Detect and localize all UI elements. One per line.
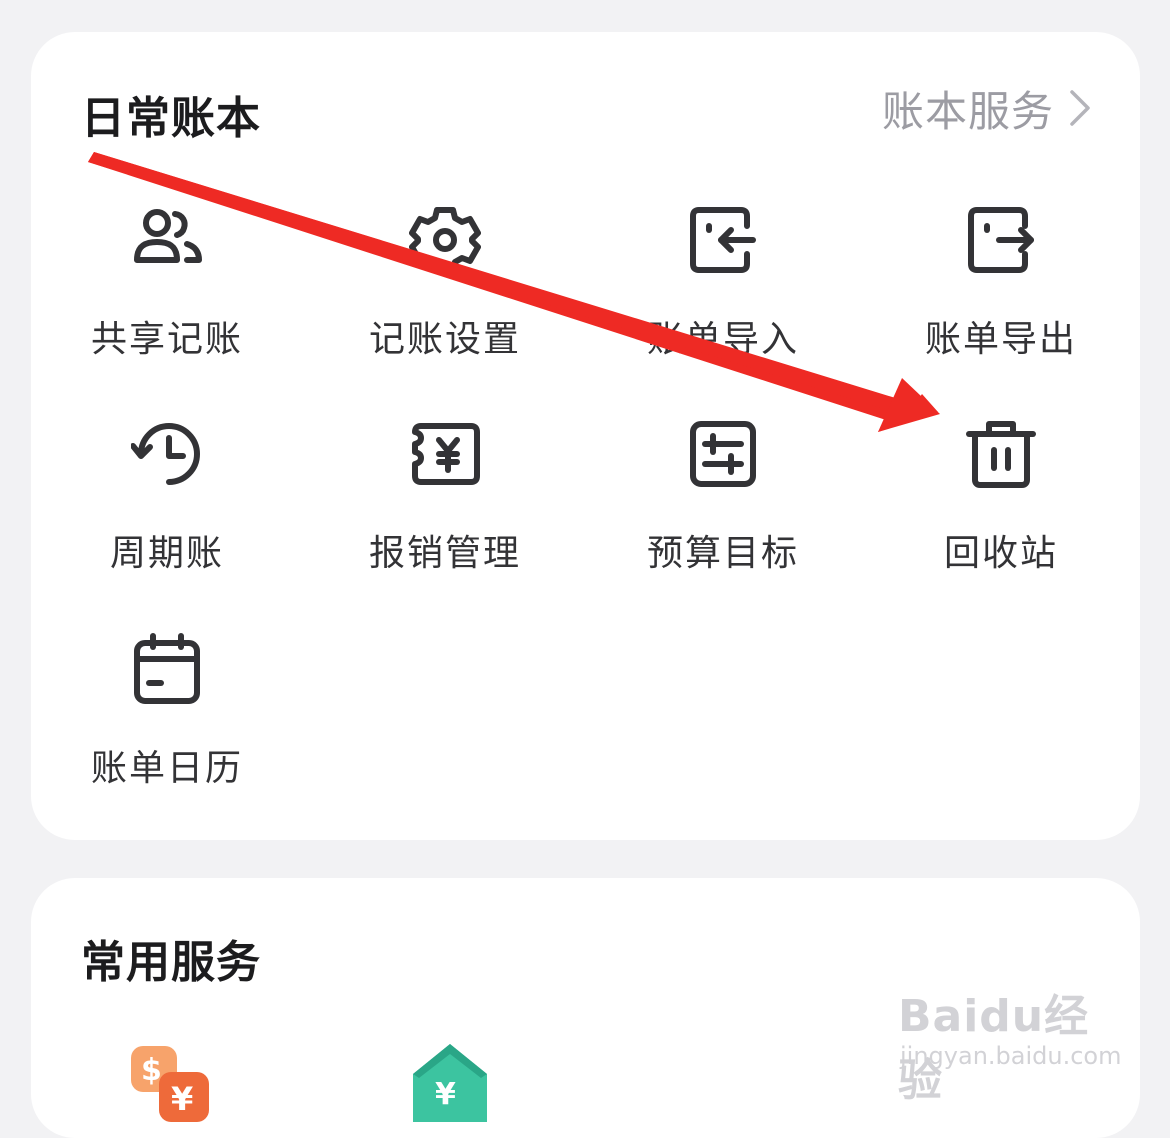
ledger-item-label: 账单日历: [90, 748, 243, 789]
ledger-service-link[interactable]: 账本服务: [882, 80, 1092, 136]
ledger-service-link-label: 账本服务: [881, 86, 1054, 136]
ledger-item-recurring[interactable]: 周期账: [47, 418, 287, 598]
users-icon: [134, 209, 202, 263]
history-clock-icon: [131, 423, 200, 485]
ledger-item-settings[interactable]: 记账设置: [325, 204, 565, 384]
ledger-item-label: 回收站: [943, 533, 1058, 574]
import-icon: [690, 207, 756, 273]
ledger-item-label: 账单导出: [924, 319, 1077, 360]
services-card: 常用服务 $ ¥ ¥: [31, 878, 1140, 1138]
services-title: 常用服务: [81, 937, 261, 988]
sliders-icon: [690, 421, 756, 487]
svg-text:$: $: [141, 1053, 162, 1088]
trash-icon: [966, 421, 1036, 488]
ledger-item-label: 记账设置: [368, 319, 521, 360]
ledger-item-label: 账单导入: [646, 319, 799, 360]
ledger-title: 日常账本: [81, 93, 261, 144]
chevron-right-icon: [1070, 90, 1090, 126]
ledger-card: 日常账本 账本服务 共享记账 记账设置 账单导入 账单导出 周期账 报销管理 预…: [31, 32, 1140, 840]
ledger-item-label: 共享记账: [90, 319, 243, 360]
calendar-icon: [134, 633, 200, 704]
ledger-item-label: 预算目标: [646, 533, 799, 574]
ledger-item-export[interactable]: 账单导出: [881, 204, 1121, 384]
svg-text:¥: ¥: [171, 1080, 193, 1118]
yuan-house-icon[interactable]: ¥: [405, 1038, 495, 1128]
gear-icon: [409, 207, 481, 273]
ledger-item-reimburse[interactable]: 报销管理: [325, 418, 565, 598]
ledger-item-recycle[interactable]: 回收站: [881, 418, 1121, 598]
ledger-item-label: 报销管理: [368, 533, 521, 574]
ledger-item-import[interactable]: 账单导入: [603, 204, 843, 384]
ledger-item-shared[interactable]: 共享记账: [47, 204, 287, 384]
export-icon: [968, 207, 1034, 273]
ledger-item-budget[interactable]: 预算目标: [603, 418, 843, 598]
ledger-item-label: 周期账: [109, 533, 224, 574]
currency-exchange-icon[interactable]: $ ¥: [127, 1040, 217, 1130]
svg-text:¥: ¥: [435, 1077, 456, 1112]
yuan-ticket-icon: [412, 423, 480, 485]
ledger-item-calendar[interactable]: 账单日历: [47, 633, 287, 813]
